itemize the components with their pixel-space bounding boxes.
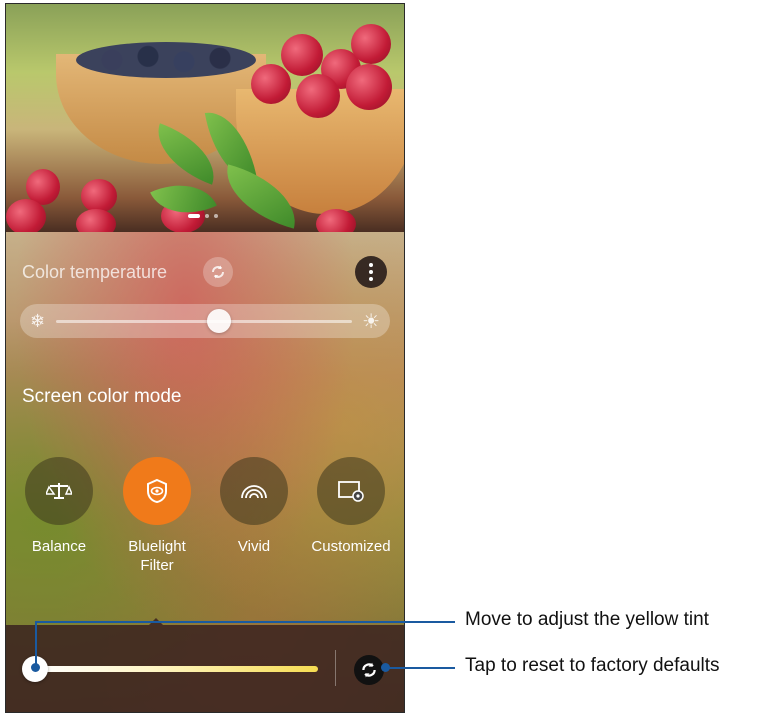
raspberry (81, 179, 117, 213)
refresh-icon (362, 662, 376, 678)
mode-label: Balance (31, 538, 87, 555)
settings-panel: Color temperature ❄ ☀ Screen color mode (6, 232, 404, 712)
tint-slider-annotation: Move to adjust the yellow tint (465, 609, 709, 630)
slider-track (56, 320, 352, 323)
color-temperature-title: Color temperature (22, 262, 168, 282)
preview-image (6, 4, 404, 232)
page-indicator (188, 214, 218, 218)
customized-button[interactable] (317, 457, 385, 525)
refresh-icon (212, 265, 224, 279)
blueberries (76, 42, 256, 78)
mode-vivid[interactable]: Vivid (206, 457, 302, 556)
balance-scale-icon (46, 483, 72, 499)
yellow-tint-panel (6, 618, 404, 712)
customized-screen-gear-icon (338, 481, 364, 502)
reset-callout-dot (381, 663, 390, 672)
bluelight-filter-button[interactable] (123, 457, 191, 525)
raspberry (76, 209, 116, 232)
raspberry (351, 24, 391, 64)
tint-callout-line (35, 621, 455, 623)
reset-callout-line (385, 667, 455, 669)
slider-thumb[interactable] (206, 309, 231, 333)
raspberry (281, 34, 323, 76)
color-temperature-reset-button[interactable] (203, 257, 233, 287)
reset-button-annotation: Tap to reset to factory defaults (465, 655, 720, 676)
more-vert-icon (369, 262, 373, 283)
balance-button[interactable] (25, 457, 93, 525)
raspberry (316, 209, 356, 232)
mode-customized[interactable]: Customized (303, 457, 399, 556)
raspberry (251, 64, 291, 104)
phone-screen: Color temperature ❄ ☀ Screen color mode (5, 3, 405, 713)
tint-callout-line-vertical (35, 621, 37, 667)
mode-label: Customized (311, 538, 391, 555)
raspberry (296, 74, 340, 118)
raspberry (346, 64, 392, 110)
tint-callout-dot (31, 663, 40, 672)
mode-bluelight-filter[interactable]: Bluelight Filter (109, 457, 205, 575)
reset-defaults-button[interactable] (354, 655, 384, 685)
vivid-arcs-icon (241, 485, 267, 499)
snowflake-icon: ❄ (30, 311, 46, 331)
vivid-button[interactable] (220, 457, 288, 525)
yellow-tint-track[interactable] (36, 666, 318, 672)
sun-icon: ☀ (362, 311, 380, 333)
screen-color-mode-title: Screen color mode (22, 386, 182, 407)
bluelight-eye-shield-icon (147, 478, 167, 504)
raspberry (6, 199, 46, 232)
mode-balance[interactable]: Balance (11, 457, 107, 556)
divider (335, 650, 336, 686)
mode-label: Vivid (237, 538, 271, 555)
color-temperature-slider[interactable]: ❄ ☀ (20, 304, 390, 338)
mode-label: Bluelight Filter (128, 538, 186, 574)
more-options-button[interactable] (355, 256, 387, 288)
